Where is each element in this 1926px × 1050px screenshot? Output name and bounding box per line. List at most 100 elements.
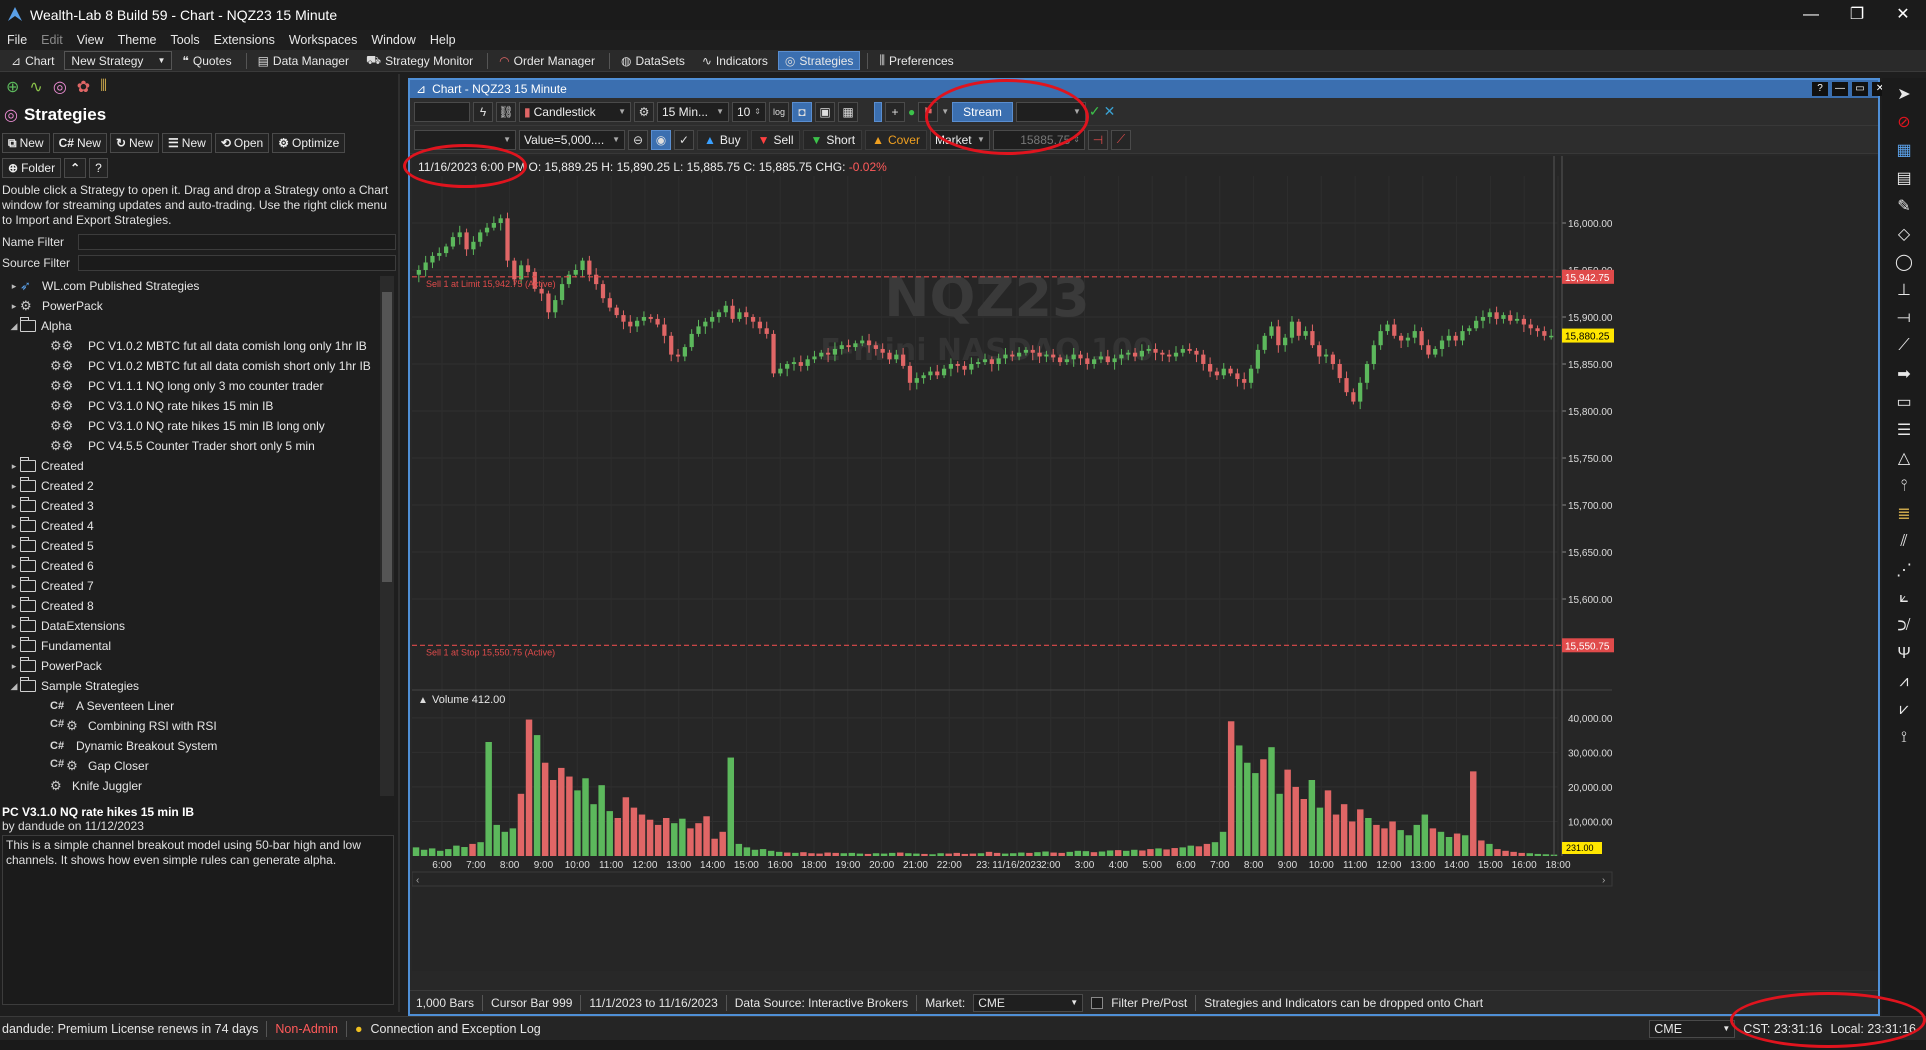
sell-button[interactable]: ▼ Sell xyxy=(750,129,801,150)
tree-item[interactable]: ▸ Created xyxy=(0,456,380,476)
menu-window[interactable]: Window xyxy=(364,30,422,50)
no-entry-icon[interactable]: ⊘ xyxy=(1890,110,1918,134)
market-dropdown[interactable]: CME ▼ xyxy=(973,993,1084,1012)
new-csharp-button[interactable]: C# New xyxy=(52,133,107,153)
menu-workspaces[interactable]: Workspaces xyxy=(282,30,365,50)
tree-item[interactable]: ⚙⚙ PC V1.0.2 MBTC fut all data comish lon… xyxy=(0,336,380,356)
tree-item[interactable]: ⚙⚙ PC V4.5.5 Counter Trader short only 5 … xyxy=(0,436,380,456)
tree-item[interactable]: ⚙⚙ PC V1.0.2 MBTC fut all data comish sho… xyxy=(0,356,380,376)
channel-icon[interactable]: ⫽ xyxy=(1890,530,1918,554)
filter-prepost-checkbox[interactable] xyxy=(1091,996,1104,1009)
panel-icon[interactable]: ▣ xyxy=(815,101,835,122)
chart-minimize-button[interactable]: — xyxy=(1832,82,1848,96)
ellipse-icon[interactable]: ◯ xyxy=(1890,250,1918,274)
tree-item[interactable]: ▸ ➶ WL.com Published Strategies xyxy=(0,276,380,296)
tree-item[interactable]: ▸ Created 6 xyxy=(0,556,380,576)
trendline-icon[interactable]: ⟋ xyxy=(1890,334,1918,358)
connection-log-link[interactable]: Connection and Exception Log xyxy=(371,1022,541,1036)
node-icon[interactable]: ◇ xyxy=(1890,222,1918,246)
indicator-icon[interactable]: ∿ xyxy=(29,77,42,97)
speed-lines-icon[interactable]: ⟉ xyxy=(1890,614,1918,638)
tree-item[interactable]: ⚙⚙ PC V3.1.0 NQ rate hikes 15 min IB xyxy=(0,396,380,416)
menu-view[interactable]: View xyxy=(70,30,111,50)
new-building-block-button[interactable]: ⧉ New xyxy=(2,133,50,153)
scale-dropdown[interactable]: 15 Min... ▼ xyxy=(657,101,729,122)
expand-toggle-icon[interactable]: ◢ xyxy=(8,321,20,332)
tree-item[interactable]: ▸ Created 8 xyxy=(0,596,380,616)
position-size-dropdown[interactable]: Value=5,000.... ▼ xyxy=(519,129,625,150)
market-clock-dropdown[interactable]: CME ▼ xyxy=(1649,1019,1736,1038)
expand-toggle-icon[interactable]: ▸ xyxy=(8,301,20,312)
tree-item[interactable]: ⚙⚙ PC V1.1.1 NQ long only 3 mo counter tr… xyxy=(0,376,380,396)
expand-toggle-icon[interactable]: ▸ xyxy=(8,281,20,292)
menu-theme[interactable]: Theme xyxy=(111,30,164,50)
tree-item[interactable]: ▸ ⚙ PowerPack xyxy=(0,296,380,316)
tree-item[interactable]: C# A Seventeen Liner xyxy=(0,696,380,716)
collapse-all-button[interactable]: ⌃ xyxy=(64,158,87,178)
expand-toggle-icon[interactable]: ▸ xyxy=(8,461,20,472)
menu-file[interactable]: File xyxy=(0,30,34,50)
chart-plot-area[interactable]: NQZ23 E-mini NASDAQ 100 Sell 1 at Limit … xyxy=(412,156,1878,971)
eye-icon[interactable]: ◉ xyxy=(651,129,671,150)
tree-item[interactable]: C# ⚙ Gap Closer xyxy=(0,756,380,776)
rectangle-icon[interactable]: ▭ xyxy=(1890,390,1918,414)
pencil-icon[interactable]: ✎ xyxy=(1890,194,1918,218)
tree-item[interactable]: ▸ Created 5 xyxy=(0,536,380,556)
cancel-x-icon[interactable]: ✕ xyxy=(1104,103,1116,120)
trendline-order-icon[interactable]: ⟋ xyxy=(1110,129,1131,150)
calendar-icon[interactable]: ▤ xyxy=(1890,166,1918,190)
list-icon[interactable]: ☰ xyxy=(1890,418,1918,442)
menu-tools[interactable]: Tools xyxy=(163,30,206,50)
gann-icon[interactable]: ⟀ xyxy=(1890,586,1918,610)
grid-icon[interactable]: ▦ xyxy=(1890,138,1918,162)
tree-item[interactable]: C# ⚙ Combining RSI with RSI xyxy=(0,716,380,736)
account-dropdown[interactable]: ▼ xyxy=(1015,101,1086,122)
tree-item[interactable]: ◢ Alpha xyxy=(0,316,380,336)
expand-toggle-icon[interactable]: ◢ xyxy=(8,681,20,692)
brain-icon[interactable]: ◎ xyxy=(53,77,67,97)
horizontal-line-icon[interactable]: ⟞ xyxy=(1890,306,1918,330)
tree-item[interactable]: ▸ Created 7 xyxy=(0,576,380,596)
expand-toggle-icon[interactable]: ▸ xyxy=(8,541,20,552)
vertical-line-icon[interactable]: ⊥ xyxy=(1890,278,1918,302)
crosshair-plus-icon[interactable]: + xyxy=(885,101,905,122)
minus-circle-icon[interactable]: ⊖ xyxy=(628,129,648,150)
order-manager-button[interactable]: ◠ Order Manager xyxy=(492,51,602,70)
expand-toggle-icon[interactable]: ▸ xyxy=(8,501,20,512)
cover-button[interactable]: ▲ Cover xyxy=(865,129,927,150)
close-button[interactable]: ✕ xyxy=(1880,0,1926,30)
strategies-button[interactable]: ◎ Strategies xyxy=(777,51,861,70)
order-type-dropdown[interactable]: Market ▼ xyxy=(929,129,990,150)
optimize-button[interactable]: ⚙ Optimize xyxy=(272,133,346,153)
link-icon[interactable]: ⛓ xyxy=(496,101,516,122)
pointer-icon[interactable]: ➤ xyxy=(1890,82,1918,106)
symbol-input[interactable] xyxy=(414,101,470,122)
scroll-right-icon[interactable]: › xyxy=(1602,875,1605,886)
strategy-monitor-button[interactable]: ⛟ Strategy Monitor xyxy=(359,51,480,70)
triangle-icon[interactable]: △ xyxy=(1890,446,1918,470)
chevron-down-icon[interactable]: ▼ xyxy=(941,107,949,116)
indicators-button[interactable]: ∿ Indicators xyxy=(695,51,775,70)
fibonacci-icon[interactable]: ≣ xyxy=(1890,502,1918,526)
chart-maximize-button[interactable]: ▭ xyxy=(1852,82,1868,96)
arrow-icon[interactable]: ➡ xyxy=(1890,362,1918,386)
open-button[interactable]: ⟲ Open xyxy=(214,133,270,153)
tree-item[interactable]: ◢ Sample Strategies xyxy=(0,676,380,696)
quotes-button[interactable]: ❝ Quotes xyxy=(175,51,238,70)
tree-item[interactable]: C# Dynamic Breakout System xyxy=(0,736,380,756)
maximize-button[interactable]: ❐ xyxy=(1834,0,1880,30)
scroll-track[interactable] xyxy=(412,871,1613,887)
broker-icon[interactable]: ⚑ xyxy=(918,101,939,122)
expand-toggle-icon[interactable]: ▸ xyxy=(8,661,20,672)
short-button[interactable]: ▼ Short xyxy=(803,129,863,150)
menu-extensions[interactable]: Extensions xyxy=(207,30,282,50)
expand-toggle-icon[interactable]: ▸ xyxy=(8,581,20,592)
wave-abc-icon[interactable]: ⩗ xyxy=(1890,698,1918,722)
price-chart-svg[interactable]: NQZ23 E-mini NASDAQ 100 Sell 1 at Limit … xyxy=(412,156,1878,971)
tree-item[interactable]: ▸ DataExtensions xyxy=(0,616,380,636)
tree-item[interactable]: ▸ Created 3 xyxy=(0,496,380,516)
fork-icon[interactable]: ⫯ xyxy=(1890,474,1918,498)
regression-icon[interactable]: ⋰ xyxy=(1890,558,1918,582)
pitchfork-icon[interactable]: Ψ xyxy=(1890,642,1918,666)
new-strategy-dropdown[interactable]: New Strategy ▼ xyxy=(64,51,173,70)
